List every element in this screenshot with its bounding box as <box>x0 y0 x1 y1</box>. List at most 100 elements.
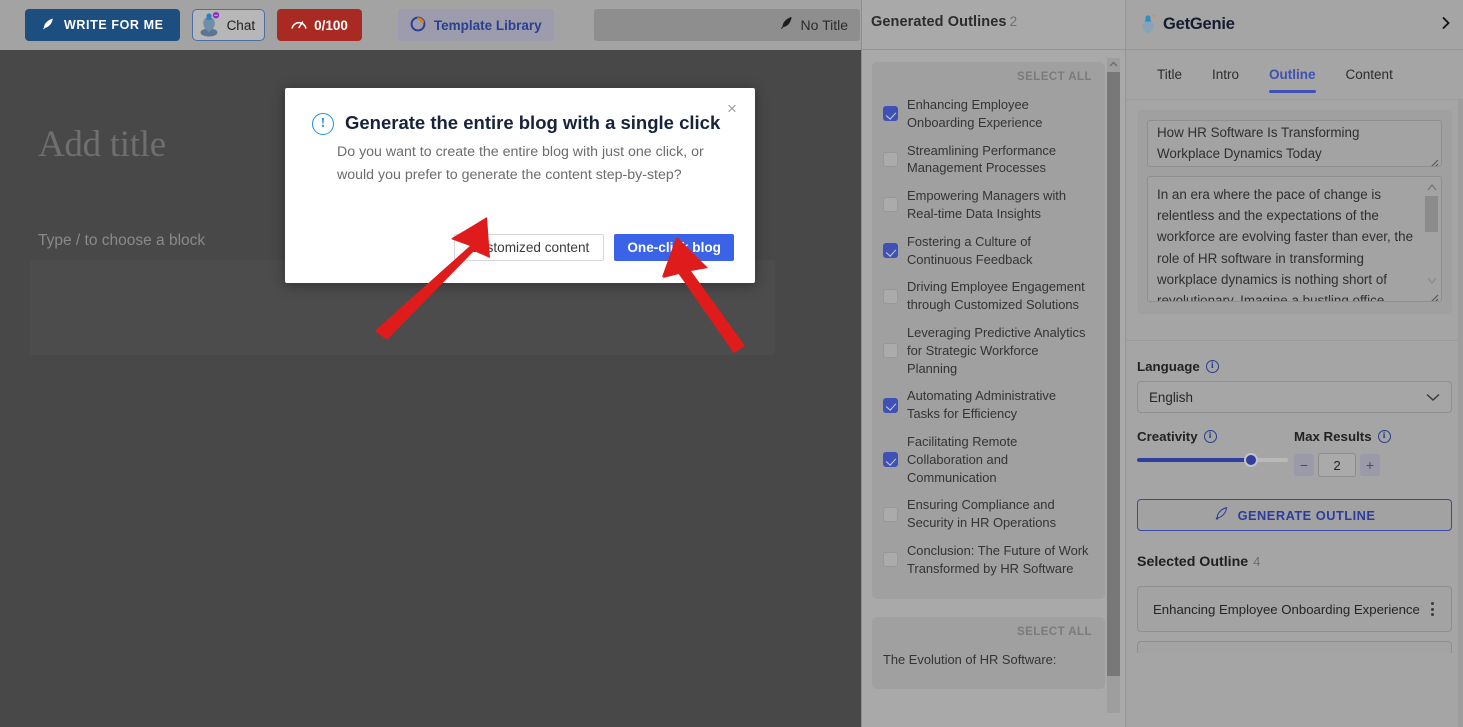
getgenie-editor-screen: WRITE FOR ME Chat 0/100 Template Library… <box>0 0 1463 727</box>
language-label: Language <box>1137 359 1200 374</box>
outline-checkbox[interactable] <box>883 343 898 359</box>
outline-option[interactable]: Automating Administrative Tasks for Effi… <box>883 382 1092 428</box>
generated-outlines-panel: Generated Outlines 2 SELECT ALL Enhancing… <box>861 0 1125 727</box>
getgenie-header: GetGenie <box>1126 0 1463 50</box>
outline-checkbox[interactable] <box>883 106 898 122</box>
getgenie-tabs: Title Intro Outline Content <box>1126 50 1463 100</box>
outline-option-label: Automating Administrative Tasks for Effi… <box>907 388 1057 422</box>
section-divider <box>1126 340 1463 341</box>
creativity-slider-knob[interactable] <box>1244 453 1258 467</box>
title-intro-section: How HR Software Is Transforming Workplac… <box>1137 110 1452 314</box>
editor-column: WRITE FOR ME Chat 0/100 Template Library… <box>0 0 861 727</box>
increment-button[interactable]: + <box>1360 454 1380 476</box>
selected-outline-item[interactable]: Enhancing Employee Onboarding Experience <box>1137 586 1452 632</box>
generated-outlines-scroll-area[interactable]: SELECT ALL Enhancing Employee Onboarding… <box>862 50 1125 727</box>
max-results-control: Max Results i − 2 + <box>1294 429 1391 477</box>
customized-content-button[interactable]: Customized content <box>454 234 605 261</box>
max-results-value[interactable]: 2 <box>1318 453 1356 477</box>
tab-title[interactable]: Title <box>1157 50 1182 100</box>
max-results-stepper: − 2 + <box>1294 453 1391 477</box>
language-label-row: Language i <box>1137 359 1463 374</box>
outline-checkbox[interactable] <box>883 552 898 568</box>
selected-outline-count: 4 <box>1253 554 1261 569</box>
title-textarea[interactable]: How HR Software Is Transforming Workplac… <box>1147 120 1442 167</box>
selected-outline-label: Selected Outline <box>1137 554 1249 570</box>
modal-body-text: Do you want to create the entire blog wi… <box>337 143 704 183</box>
tab-intro[interactable]: Intro <box>1212 50 1239 100</box>
getgenie-sidebar: GetGenie Title Intro Outline Content How… <box>1125 0 1463 727</box>
outline-option[interactable]: Ensuring Compliance and Security in HR O… <box>883 491 1092 537</box>
selected-outline-item-label: Enhancing Employee Onboarding Experience <box>1153 601 1420 617</box>
info-icon[interactable]: i <box>1203 430 1217 443</box>
one-click-blog-modal: × ! Generate the entire blog with a sing… <box>285 88 755 283</box>
select-all-link-2[interactable]: SELECT ALL <box>883 626 1092 638</box>
outline-checkbox[interactable] <box>883 288 898 304</box>
generate-outline-label: GENERATE OUTLINE <box>1237 507 1376 523</box>
chevron-right-icon[interactable] <box>1438 15 1454 31</box>
outline-option[interactable]: Leveraging Predictive Analytics for Stra… <box>883 319 1092 382</box>
title-textarea-value: How HR Software Is Transforming Workplac… <box>1157 125 1360 162</box>
outline-option-label: Driving Employee Engagement through Cust… <box>907 279 1085 313</box>
outline-checkbox[interactable] <box>883 151 898 167</box>
getgenie-brand-label: GetGenie <box>1163 15 1235 33</box>
selected-outline-item-next[interactable] <box>1137 641 1452 653</box>
outline-option-label: Enhancing Employee Onboarding Experience <box>907 97 1043 130</box>
resize-grip-icon[interactable] <box>1427 153 1439 166</box>
resize-grip-icon[interactable] <box>1427 288 1439 301</box>
language-select[interactable]: English <box>1137 381 1452 413</box>
close-icon[interactable]: × <box>723 100 741 118</box>
outline-option-label: Facilitating Remote Collaboration and Co… <box>907 433 1018 485</box>
more-options-icon[interactable] <box>1427 598 1438 620</box>
creativity-slider[interactable] <box>1137 453 1288 467</box>
decrement-button[interactable]: − <box>1294 454 1314 476</box>
outline-option[interactable]: The Evolution of HR Software: <box>883 646 1092 674</box>
outline-option-label: Streamlining Performance Management Proc… <box>907 142 1057 176</box>
generate-outline-button[interactable]: GENERATE OUTLINE <box>1137 499 1452 531</box>
outline-option[interactable]: Facilitating Remote Collaboration and Co… <box>883 428 1092 491</box>
modal-header: ! Generate the entire blog with a single… <box>285 88 755 136</box>
outline-option[interactable]: Fostering a Culture of Continuous Feedba… <box>883 228 1092 274</box>
modal-title: Generate the entire blog with a single c… <box>345 112 721 133</box>
select-all-link-1[interactable]: SELECT ALL <box>883 71 1092 83</box>
outline-option[interactable]: Conclusion: The Future of Work Transform… <box>883 537 1092 583</box>
outline-checkbox[interactable] <box>883 397 898 413</box>
intro-textarea[interactable]: In an era where the pace of change is re… <box>1147 176 1442 302</box>
tab-content[interactable]: Content <box>1346 50 1393 100</box>
language-value: English <box>1149 389 1193 405</box>
chevron-down-icon <box>1426 390 1440 405</box>
outline-option[interactable]: Driving Employee Engagement through Cust… <box>883 273 1092 319</box>
max-results-label-row: Max Results i <box>1294 429 1391 444</box>
outline-option-label: Conclusion: The Future of Work Transform… <box>907 542 1089 576</box>
info-icon[interactable]: i <box>1377 430 1391 443</box>
outline-group-2: SELECT ALL The Evolution of HR Software: <box>872 616 1105 690</box>
outline-checkbox[interactable] <box>883 506 898 522</box>
outline-option[interactable]: Enhancing Employee Onboarding Experience <box>883 91 1092 137</box>
outline-checkbox[interactable] <box>883 452 898 468</box>
one-click-blog-button[interactable]: One-click blog <box>614 234 734 261</box>
max-results-label: Max Results <box>1294 429 1372 444</box>
generated-outlines-label: Generated Outlines <box>871 14 1007 30</box>
creativity-slider-fill <box>1137 458 1251 462</box>
outline-option-label: Leveraging Predictive Analytics for Stra… <box>907 324 1086 376</box>
selected-outline-header: Selected Outline 4 <box>1137 554 1463 570</box>
creativity-maxresults-row: Creativity i Max Results i − 2 + <box>1126 429 1463 477</box>
outline-option[interactable]: Empowering Managers with Real-time Data … <box>883 182 1092 228</box>
generated-outlines-count: 2 <box>1009 14 1018 29</box>
intro-scrollbar-thumb[interactable] <box>1425 196 1438 232</box>
generated-outlines-title: Generated Outlines 2 <box>862 0 1125 30</box>
outline-option[interactable]: Streamlining Performance Management Proc… <box>883 137 1092 183</box>
creativity-control: Creativity i <box>1126 429 1294 477</box>
outlines-scrollbar-thumb[interactable] <box>1107 72 1120 676</box>
sidebar-scrollbar-track[interactable] <box>1458 100 1463 727</box>
creativity-label-row: Creativity i <box>1137 429 1294 444</box>
getgenie-body: How HR Software Is Transforming Workplac… <box>1126 100 1463 727</box>
info-icon[interactable]: i <box>1205 360 1219 373</box>
generated-outlines-header: Generated Outlines 2 <box>862 0 1125 50</box>
scroll-up-icon[interactable] <box>1108 57 1119 68</box>
modal-actions: Customized content One-click blog <box>454 234 734 261</box>
tab-outline[interactable]: Outline <box>1269 50 1316 100</box>
intro-textarea-value: In an era where the pace of change is re… <box>1157 187 1414 302</box>
outline-checkbox[interactable] <box>883 243 898 259</box>
outline-option-label: Empowering Managers with Real-time Data … <box>907 188 1067 221</box>
outline-checkbox[interactable] <box>883 197 898 213</box>
